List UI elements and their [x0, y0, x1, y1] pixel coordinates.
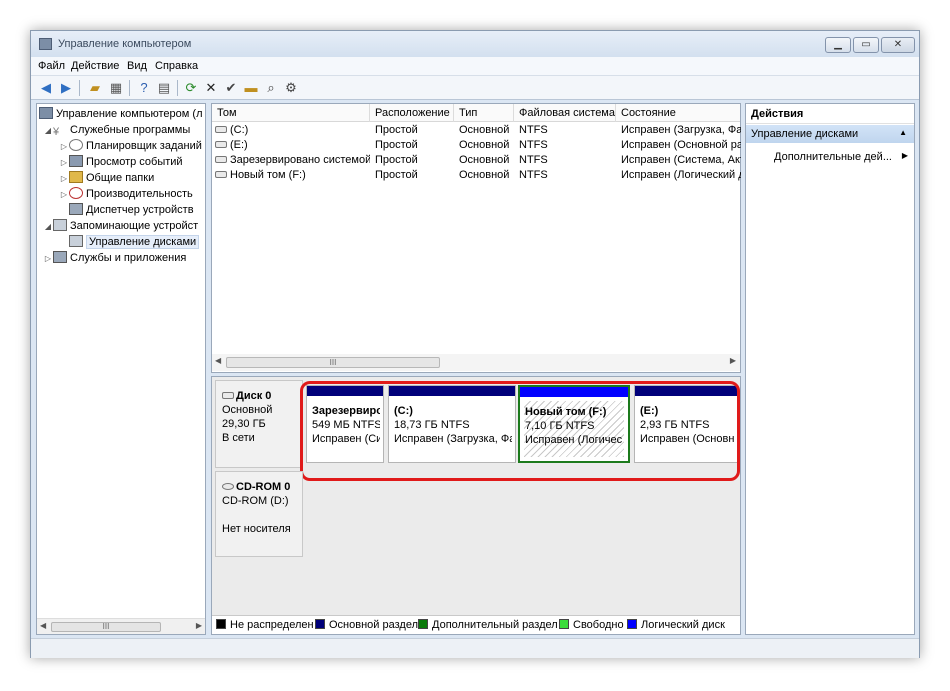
scroll-thumb[interactable]: III — [51, 622, 161, 632]
legend-unallocated: Не распределен — [216, 616, 314, 634]
show-hide-tree-icon[interactable]: ▦ — [107, 79, 125, 97]
tree-item-shared-folders[interactable]: ▷ Общие папки — [59, 170, 154, 186]
expand-arrow-icon[interactable]: ▷ — [59, 155, 69, 171]
submenu-arrow-icon[interactable]: ▶ — [902, 151, 908, 160]
refresh-icon[interactable]: ⟳ — [182, 79, 200, 97]
disk-legend: Не распределен Основной раздел Дополните… — [212, 615, 740, 634]
column-status[interactable]: Состояние — [616, 104, 742, 122]
disk-graph-area: Диск 0 Основной 29,30 ГБ В сети Зарезерв… — [212, 377, 740, 617]
status-bar — [31, 638, 919, 658]
collapse-arrow-icon[interactable]: ◢ — [43, 219, 53, 235]
volume-list-header: Том Расположение Тип Файловая система Со… — [212, 104, 740, 122]
clock-icon — [69, 139, 83, 151]
forward-arrow-icon[interactable]: ▶ — [57, 79, 75, 97]
check-icon[interactable]: ✔ — [222, 79, 240, 97]
shared-folder-icon — [69, 171, 83, 183]
tree-item-disk-management[interactable]: Управление дисками — [69, 234, 200, 250]
disk-0-label[interactable]: Диск 0 Основной 29,30 ГБ В сети — [215, 380, 303, 468]
drive-icon — [215, 141, 227, 148]
scroll-left-icon[interactable]: ◀ — [215, 356, 221, 365]
expand-arrow-icon[interactable]: ▷ — [59, 187, 69, 203]
expand-arrow-icon[interactable]: ▷ — [59, 171, 69, 187]
tree-horizontal-scrollbar[interactable]: ◀ III ▶ — [37, 618, 205, 634]
tree-item-performance[interactable]: ▷ Производительность — [59, 186, 193, 202]
tools-icon: ¥ — [53, 126, 60, 138]
cdrom-0-label[interactable]: CD-ROM 0 CD-ROM (D:) Нет носителя — [215, 471, 303, 557]
legend-extended: Дополнительный раздел — [418, 616, 558, 634]
storage-icon — [53, 219, 67, 231]
cdrom-icon — [222, 483, 234, 490]
properties-icon[interactable]: ▤ — [155, 79, 173, 97]
tree-item-services-apps[interactable]: ▷ Службы и приложения — [43, 250, 186, 266]
title-bar: Управление компьютером ▁ ▭ ✕ — [31, 31, 919, 57]
minimize-button[interactable]: ▁ — [825, 37, 851, 53]
drive-icon — [215, 126, 227, 133]
tree-item-storage[interactable]: ◢ Запоминающие устройст — [43, 218, 198, 234]
legend-free: Свободно — [559, 616, 624, 634]
performance-icon — [69, 187, 83, 199]
computer-management-icon — [39, 107, 53, 119]
menu-help[interactable]: Справка — [155, 60, 198, 72]
table-row[interactable]: (C:) Простой Основной NTFS Исправен (Заг… — [212, 123, 741, 138]
menu-bar: Файл Действие Вид Справка — [31, 57, 919, 76]
actions-pane: Действия Управление дисками ▲ Дополнител… — [745, 103, 915, 635]
help-icon[interactable]: ? — [135, 79, 153, 97]
tree-item-device-manager[interactable]: Диспетчер устройств — [69, 202, 194, 218]
scroll-thumb[interactable]: III — [226, 357, 440, 368]
window-title: Управление компьютером — [58, 38, 192, 50]
column-location[interactable]: Расположение — [370, 104, 454, 122]
collapse-arrow-icon[interactable]: ◢ — [43, 123, 53, 139]
actions-header: Действия — [746, 104, 914, 124]
tree-item-task-scheduler[interactable]: ▷ Планировщик заданий — [59, 138, 202, 154]
scroll-left-icon[interactable]: ◀ — [40, 621, 46, 630]
legend-primary: Основной раздел — [315, 616, 418, 634]
event-viewer-icon — [69, 155, 83, 167]
legend-logical: Логический диск — [627, 616, 725, 634]
disk-icon — [222, 392, 234, 399]
table-row[interactable]: (E:) Простой Основной NTFS Исправен (Осн… — [212, 138, 741, 153]
settings-icon[interactable]: ⚙ — [282, 79, 300, 97]
expand-arrow-icon[interactable]: ▷ — [59, 139, 69, 155]
scroll-right-icon[interactable]: ▶ — [196, 621, 202, 630]
table-row[interactable]: Зарезервировано системой Простой Основно… — [212, 153, 741, 168]
highlight-outline — [300, 381, 740, 481]
column-file-system[interactable]: Файловая система — [514, 104, 616, 122]
maximize-button[interactable]: ▭ — [853, 37, 879, 53]
tree-item-system-tools[interactable]: ◢ ¥ Служебные программы — [43, 122, 190, 138]
menu-file[interactable]: Файл — [38, 60, 65, 72]
tree-item-computer-management[interactable]: Управление компьютером (л — [39, 106, 203, 122]
column-volume[interactable]: Том — [212, 104, 370, 122]
delete-icon[interactable]: ✕ — [202, 79, 220, 97]
menu-action[interactable]: Действие — [71, 60, 119, 72]
services-icon — [53, 251, 67, 263]
volume-list: Том Расположение Тип Файловая система Со… — [211, 103, 741, 373]
toolbar: ◀ ▶ ▰ ▦ ? ▤ ⟳ ✕ ✔ ▬ ⌕ ⚙ — [31, 76, 919, 100]
back-arrow-icon[interactable]: ◀ — [37, 79, 55, 97]
drive-icon — [215, 171, 227, 178]
close-button[interactable]: ✕ — [881, 37, 915, 53]
disk-management-icon — [69, 235, 83, 247]
navigation-tree: Управление компьютером (л ◢ ¥ Служебные пр… — [36, 103, 206, 635]
more-actions-item[interactable]: Дополнительные дей... — [774, 151, 892, 163]
disk-graphical-view: Диск 0 Основной 29,30 ГБ В сети Зарезерв… — [211, 376, 741, 635]
volume-list-horizontal-scrollbar[interactable]: ◀ III ▶ — [212, 354, 740, 371]
table-row[interactable]: Новый том (F:) Простой Основной NTFS Исп… — [212, 168, 741, 183]
menu-view[interactable]: Вид — [127, 60, 147, 72]
up-folder-icon[interactable]: ▰ — [86, 79, 104, 97]
actions-section-disk-management[interactable]: Управление дисками ▲ — [746, 125, 914, 143]
expand-arrow-icon[interactable]: ▷ — [43, 251, 53, 267]
folder-open-icon[interactable]: ▬ — [242, 79, 260, 97]
computer-management-icon — [39, 38, 52, 50]
collapse-up-icon[interactable]: ▲ — [899, 128, 907, 137]
drive-icon — [215, 156, 227, 163]
scroll-right-icon[interactable]: ▶ — [730, 356, 736, 365]
tree-item-event-viewer[interactable]: ▷ Просмотр событий — [59, 154, 183, 170]
computer-management-window: Управление компьютером ▁ ▭ ✕ Файл Действ… — [30, 30, 920, 658]
device-manager-icon — [69, 203, 83, 215]
column-type[interactable]: Тип — [454, 104, 514, 122]
search-icon[interactable]: ⌕ — [262, 79, 280, 97]
